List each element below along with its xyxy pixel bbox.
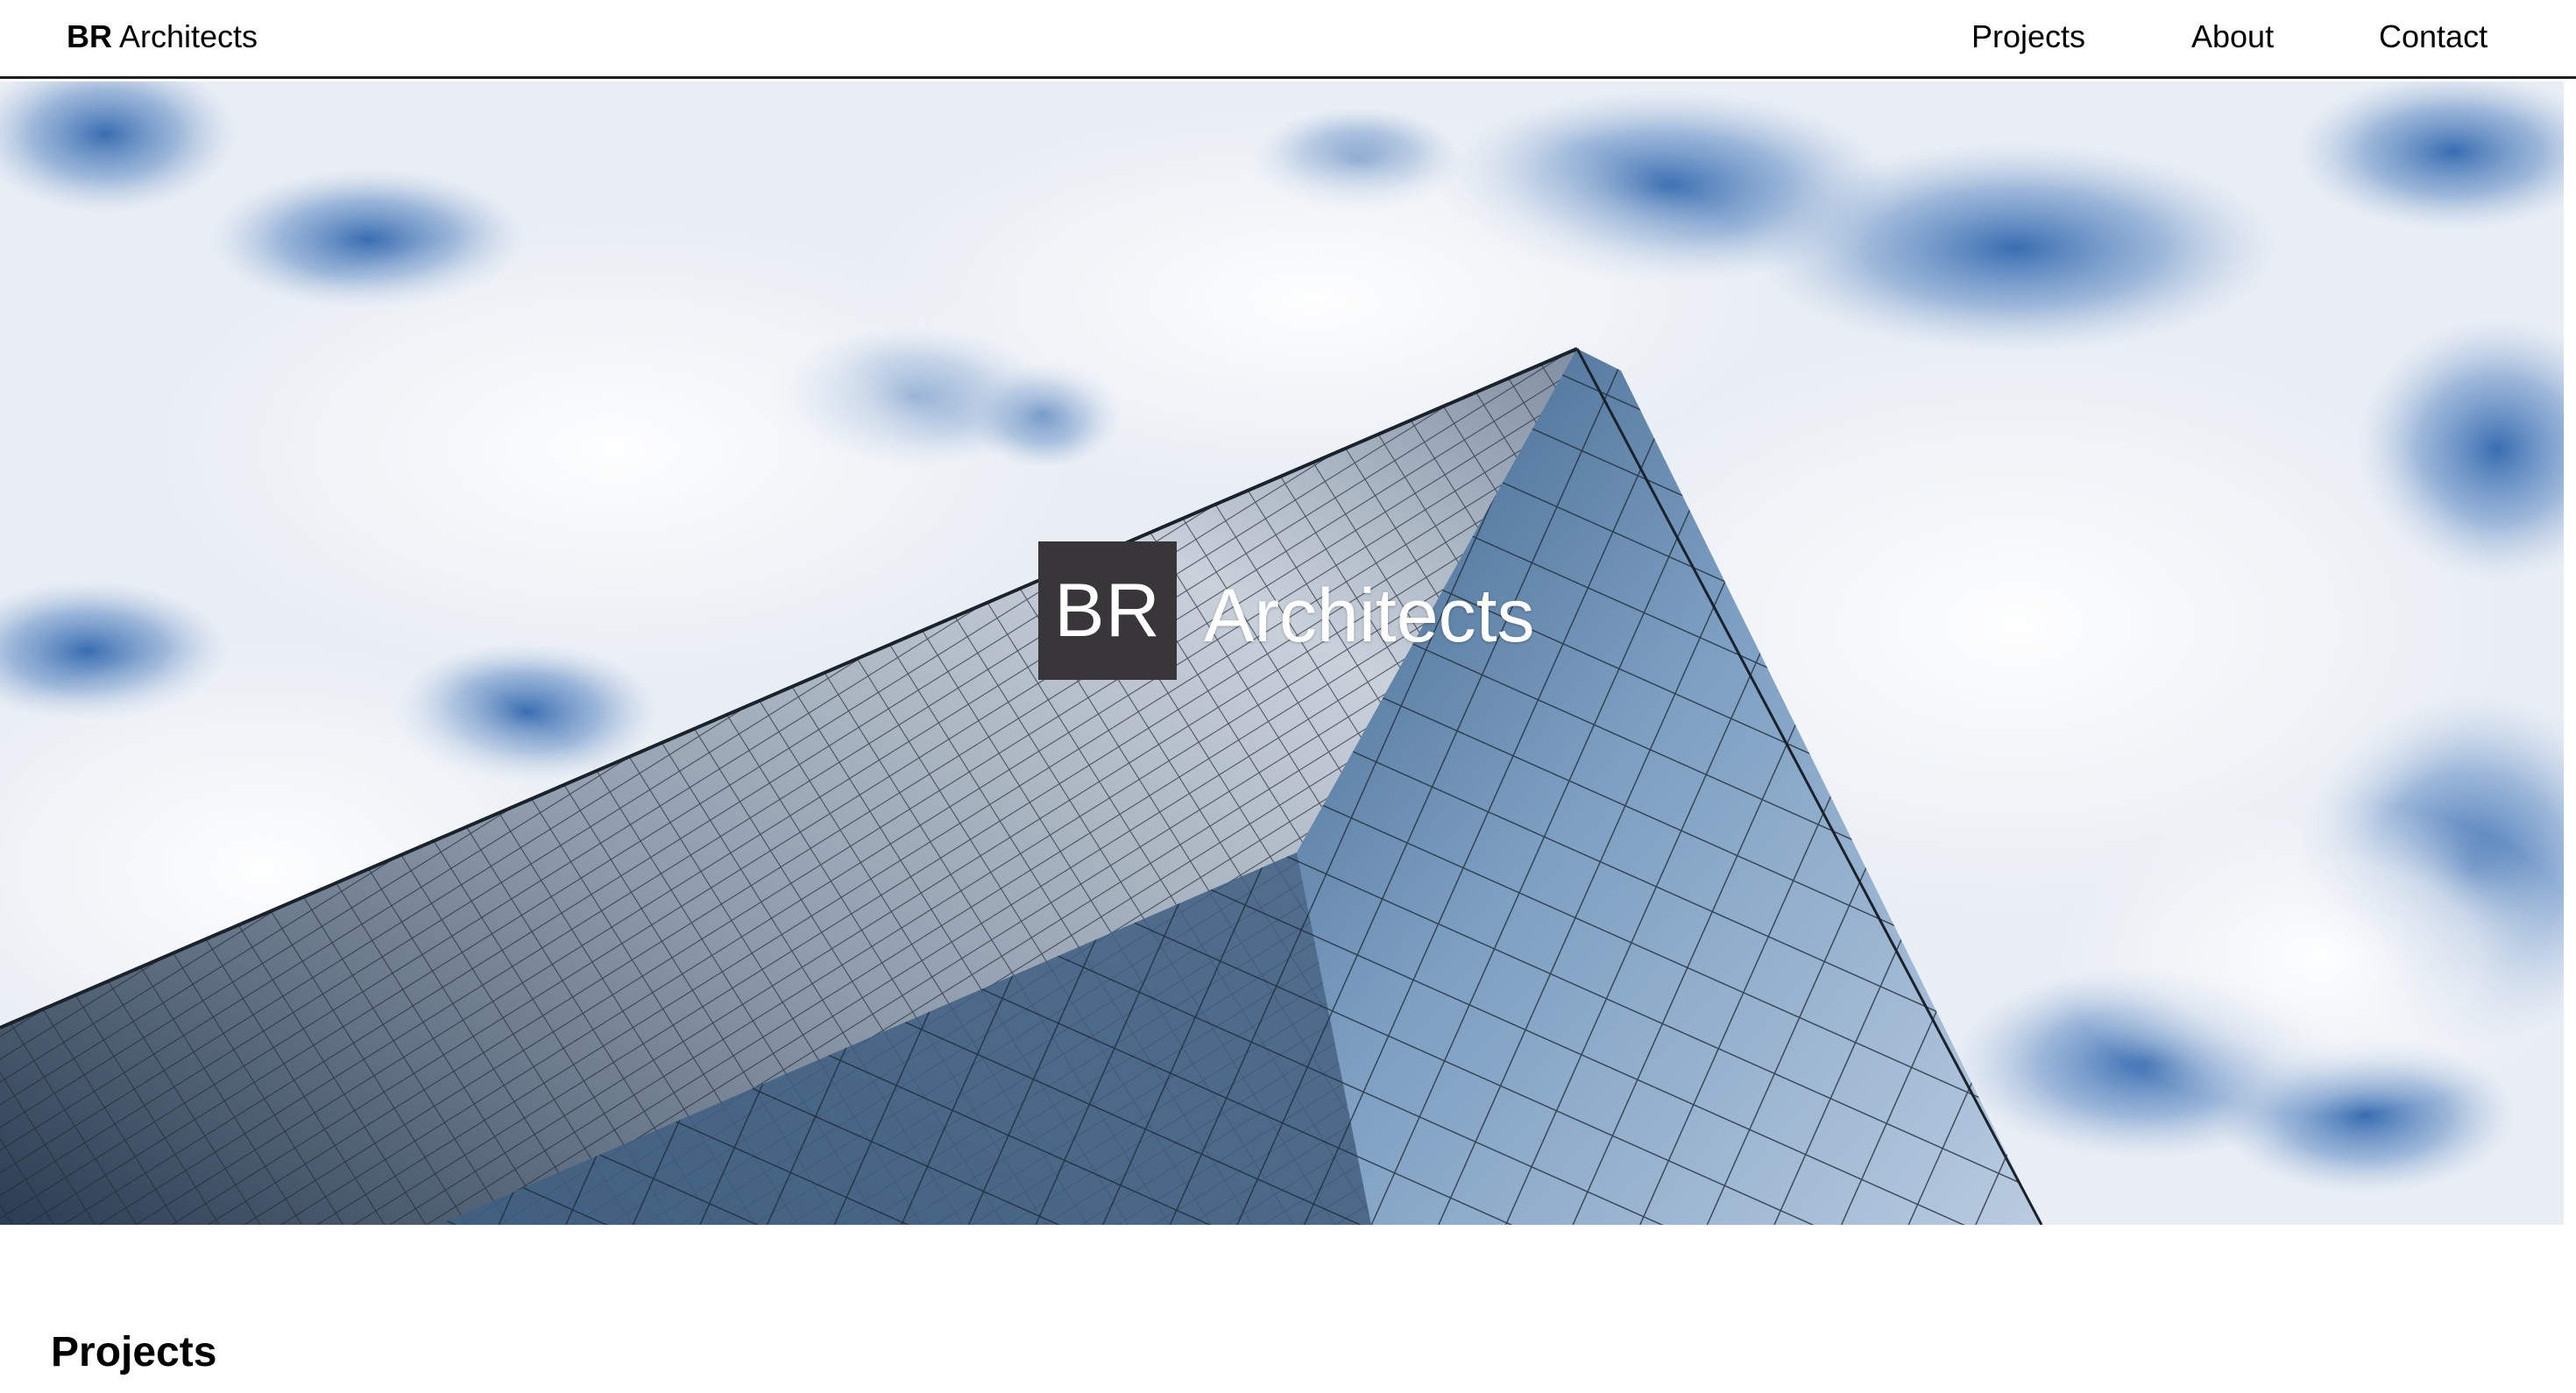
hero-brand-name: Architects [1204,574,1535,658]
nav-link-contact[interactable]: Contact [2379,18,2488,56]
brand-mark: BR [1038,541,1177,680]
nav-link-about[interactable]: About [2191,18,2274,56]
hero-banner: BR Architects [0,81,2564,1225]
nav-link-projects[interactable]: Projects [1971,18,2085,56]
page: BR Architects Projects About Contact BR … [0,0,2576,1393]
logo-text: Architects [112,18,258,54]
logo-bold-text: BR [67,18,112,54]
projects-section-title: Projects [51,1329,217,1375]
site-logo-link[interactable]: BR Architects [67,18,258,56]
top-navigation-bar: BR Architects Projects About Contact [0,0,2576,79]
